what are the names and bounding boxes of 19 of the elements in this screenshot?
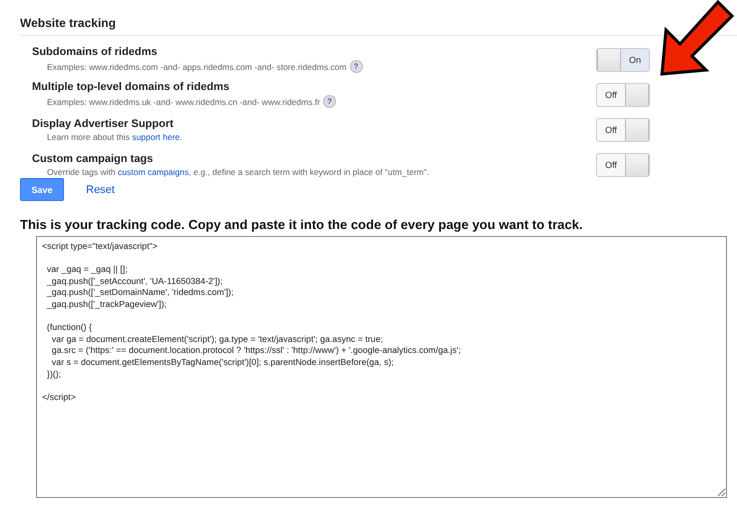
help-icon[interactable]: ? bbox=[350, 60, 362, 73]
setting-description: Override tags with custom campaigns, e.g., define a search term with keyword in place of "utm_term". bbox=[47, 166, 430, 176]
code-field[interactable]: <script type="text/javascript"> var _gaq = _gaq || []; _gaq.push(['_setAccount', 'UA-11650384-2']); _gaq.push(['_setDomainName', 'ridedms.com']); _gaq.push(['_trackPageview']); (function() { var ga = document.createElement('script'); ga.type = 'text/javascript'; ga.async = true; ga.src = ('https:' == document.location.protocol ? 'https://ssl' : 'http://www') + '.google-analytics.com/ga.js'; var s = document.getElementsByTagName('script')[0]; s.parentNode.insertBefore(ga, s); })(); </script> bbox=[36, 236, 727, 498]
setting-title: Multiple top-level domains of ridedms bbox=[32, 81, 230, 93]
setting-description: Learn more about this support here. bbox=[47, 132, 182, 142]
setting-title: Custom campaign tags bbox=[32, 152, 154, 164]
setting-title: Subdomains of ridedms bbox=[32, 46, 158, 58]
toggle-switch[interactable]: Off bbox=[596, 118, 650, 142]
help-icon[interactable]: ? bbox=[323, 95, 336, 108]
link[interactable]: support here bbox=[132, 132, 180, 142]
setting-description: Examples: www.ridedms.uk -and- www.ridedms.cn -and- www.ridedms.fr bbox=[47, 96, 320, 106]
toggle-switch[interactable]: Off bbox=[596, 152, 650, 176]
link[interactable]: custom campaigns bbox=[118, 166, 189, 176]
code-heading: This is your tracking code. Copy and paste it into the code of every page you want to track. bbox=[20, 217, 584, 232]
toggle-switch[interactable]: Off bbox=[596, 82, 650, 106]
toggle-switch[interactable]: On bbox=[596, 48, 650, 72]
setting-title: Display Advertiser Support bbox=[32, 118, 174, 130]
reset-link[interactable]: Reset bbox=[86, 184, 115, 196]
setting-description: Examples: www.ridedms.com -and- apps.ridedms.com -and- store.ridedms.com bbox=[47, 62, 346, 72]
